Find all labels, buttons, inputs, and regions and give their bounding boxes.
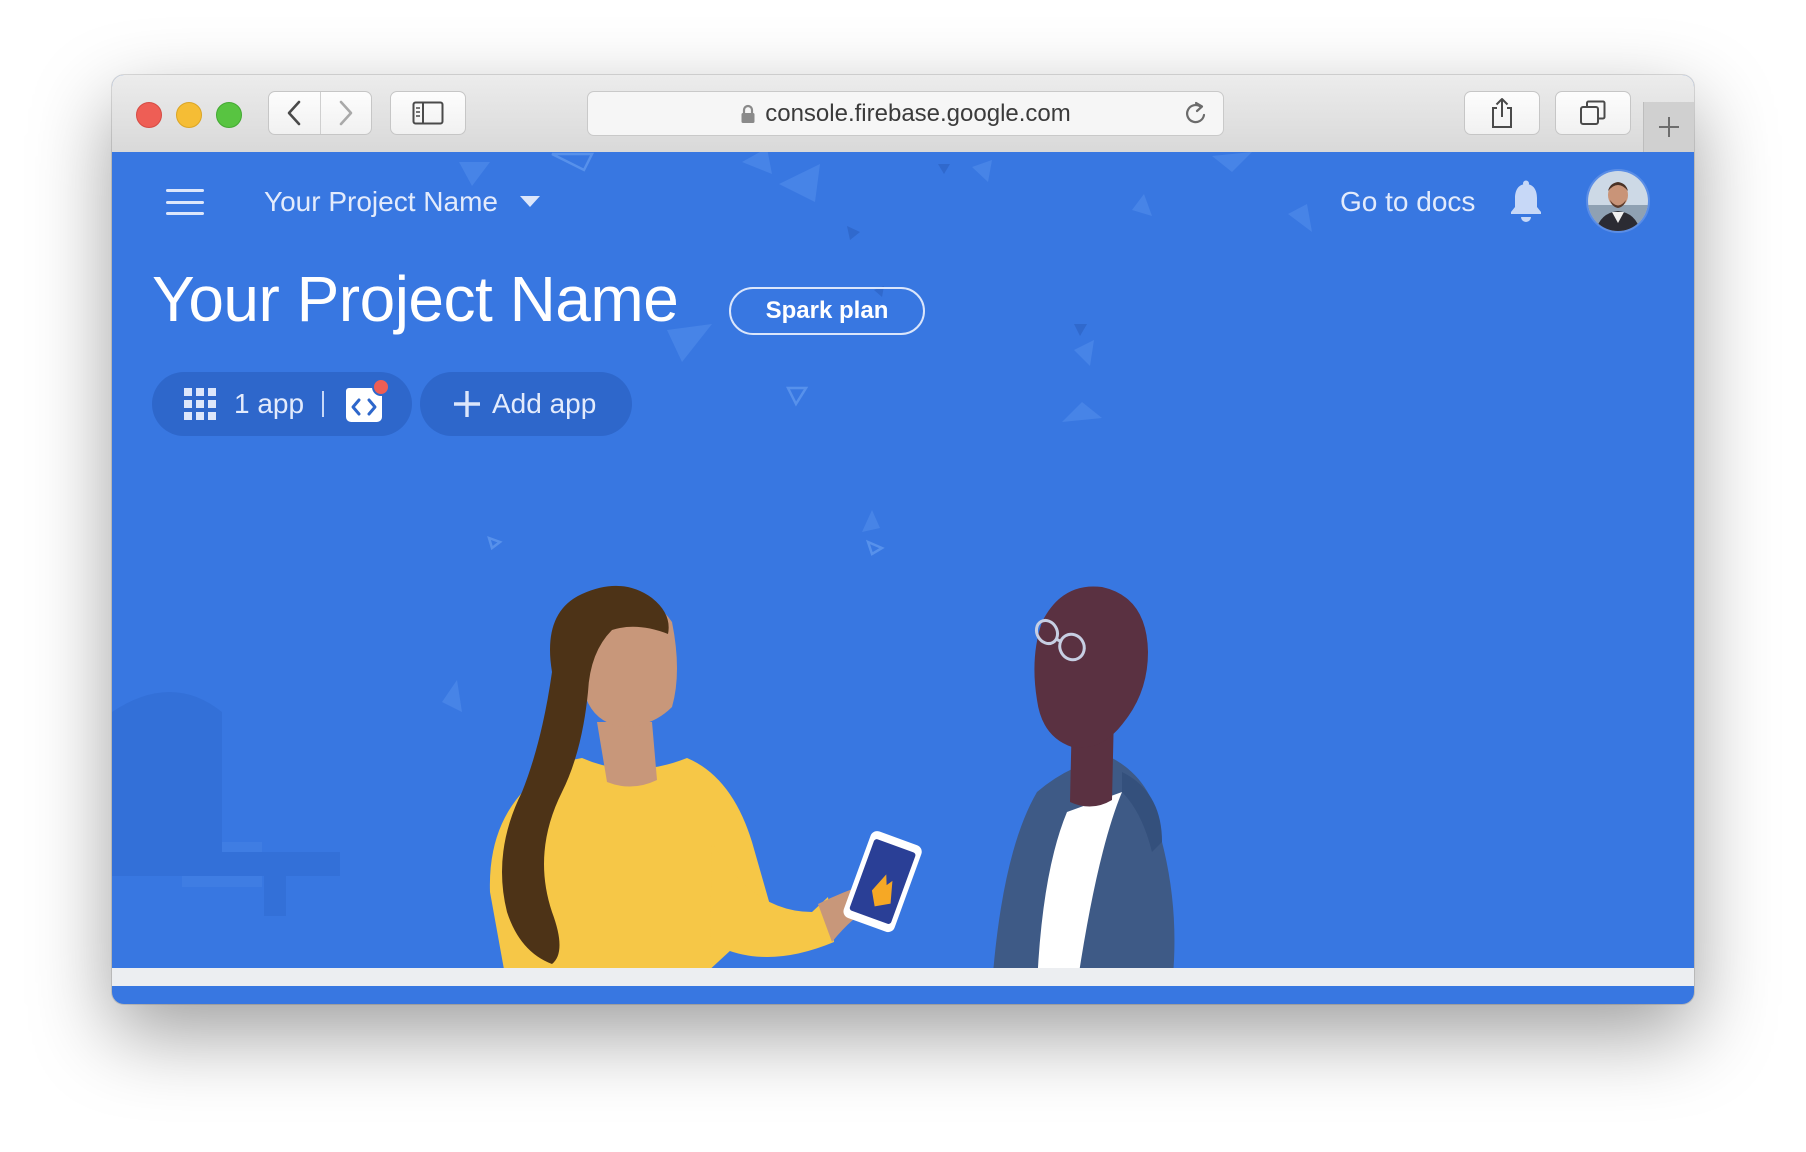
forward-button[interactable] (320, 92, 371, 134)
share-button[interactable] (1464, 91, 1540, 135)
sidebar-button[interactable] (390, 91, 466, 135)
woman-figure (489, 585, 922, 986)
url-text: console.firebase.google.com (765, 99, 1071, 127)
tabs-icon (1580, 100, 1606, 125)
share-icon (1492, 98, 1512, 128)
new-tab-button[interactable] (1643, 102, 1694, 152)
zoom-window-button[interactable] (216, 102, 242, 128)
show-tabs-button[interactable] (1555, 91, 1631, 135)
navigation-buttons (268, 91, 372, 135)
back-button[interactable] (269, 92, 320, 134)
reload-icon (1186, 101, 1206, 124)
man-figure (992, 586, 1175, 986)
people-illustration (489, 585, 1175, 986)
minimize-window-button[interactable] (176, 102, 202, 128)
chevron-left-icon (287, 100, 301, 126)
address-bar[interactable]: console.firebase.google.com (587, 91, 1224, 136)
close-window-button[interactable] (136, 102, 162, 128)
browser-toolbar: console.firebase.google.com (112, 75, 1694, 153)
reload-button[interactable] (1183, 100, 1209, 135)
browser-window: console.firebase.google.com Your Project… (112, 75, 1694, 1004)
plus-icon (1659, 117, 1679, 137)
sidebar-icon (412, 101, 444, 125)
page-footer-strip (112, 968, 1694, 986)
chevron-right-icon (339, 100, 353, 126)
lock-icon (740, 104, 756, 124)
firebase-console-page: Your Project Name Go to docs Your Projec… (112, 152, 1694, 986)
